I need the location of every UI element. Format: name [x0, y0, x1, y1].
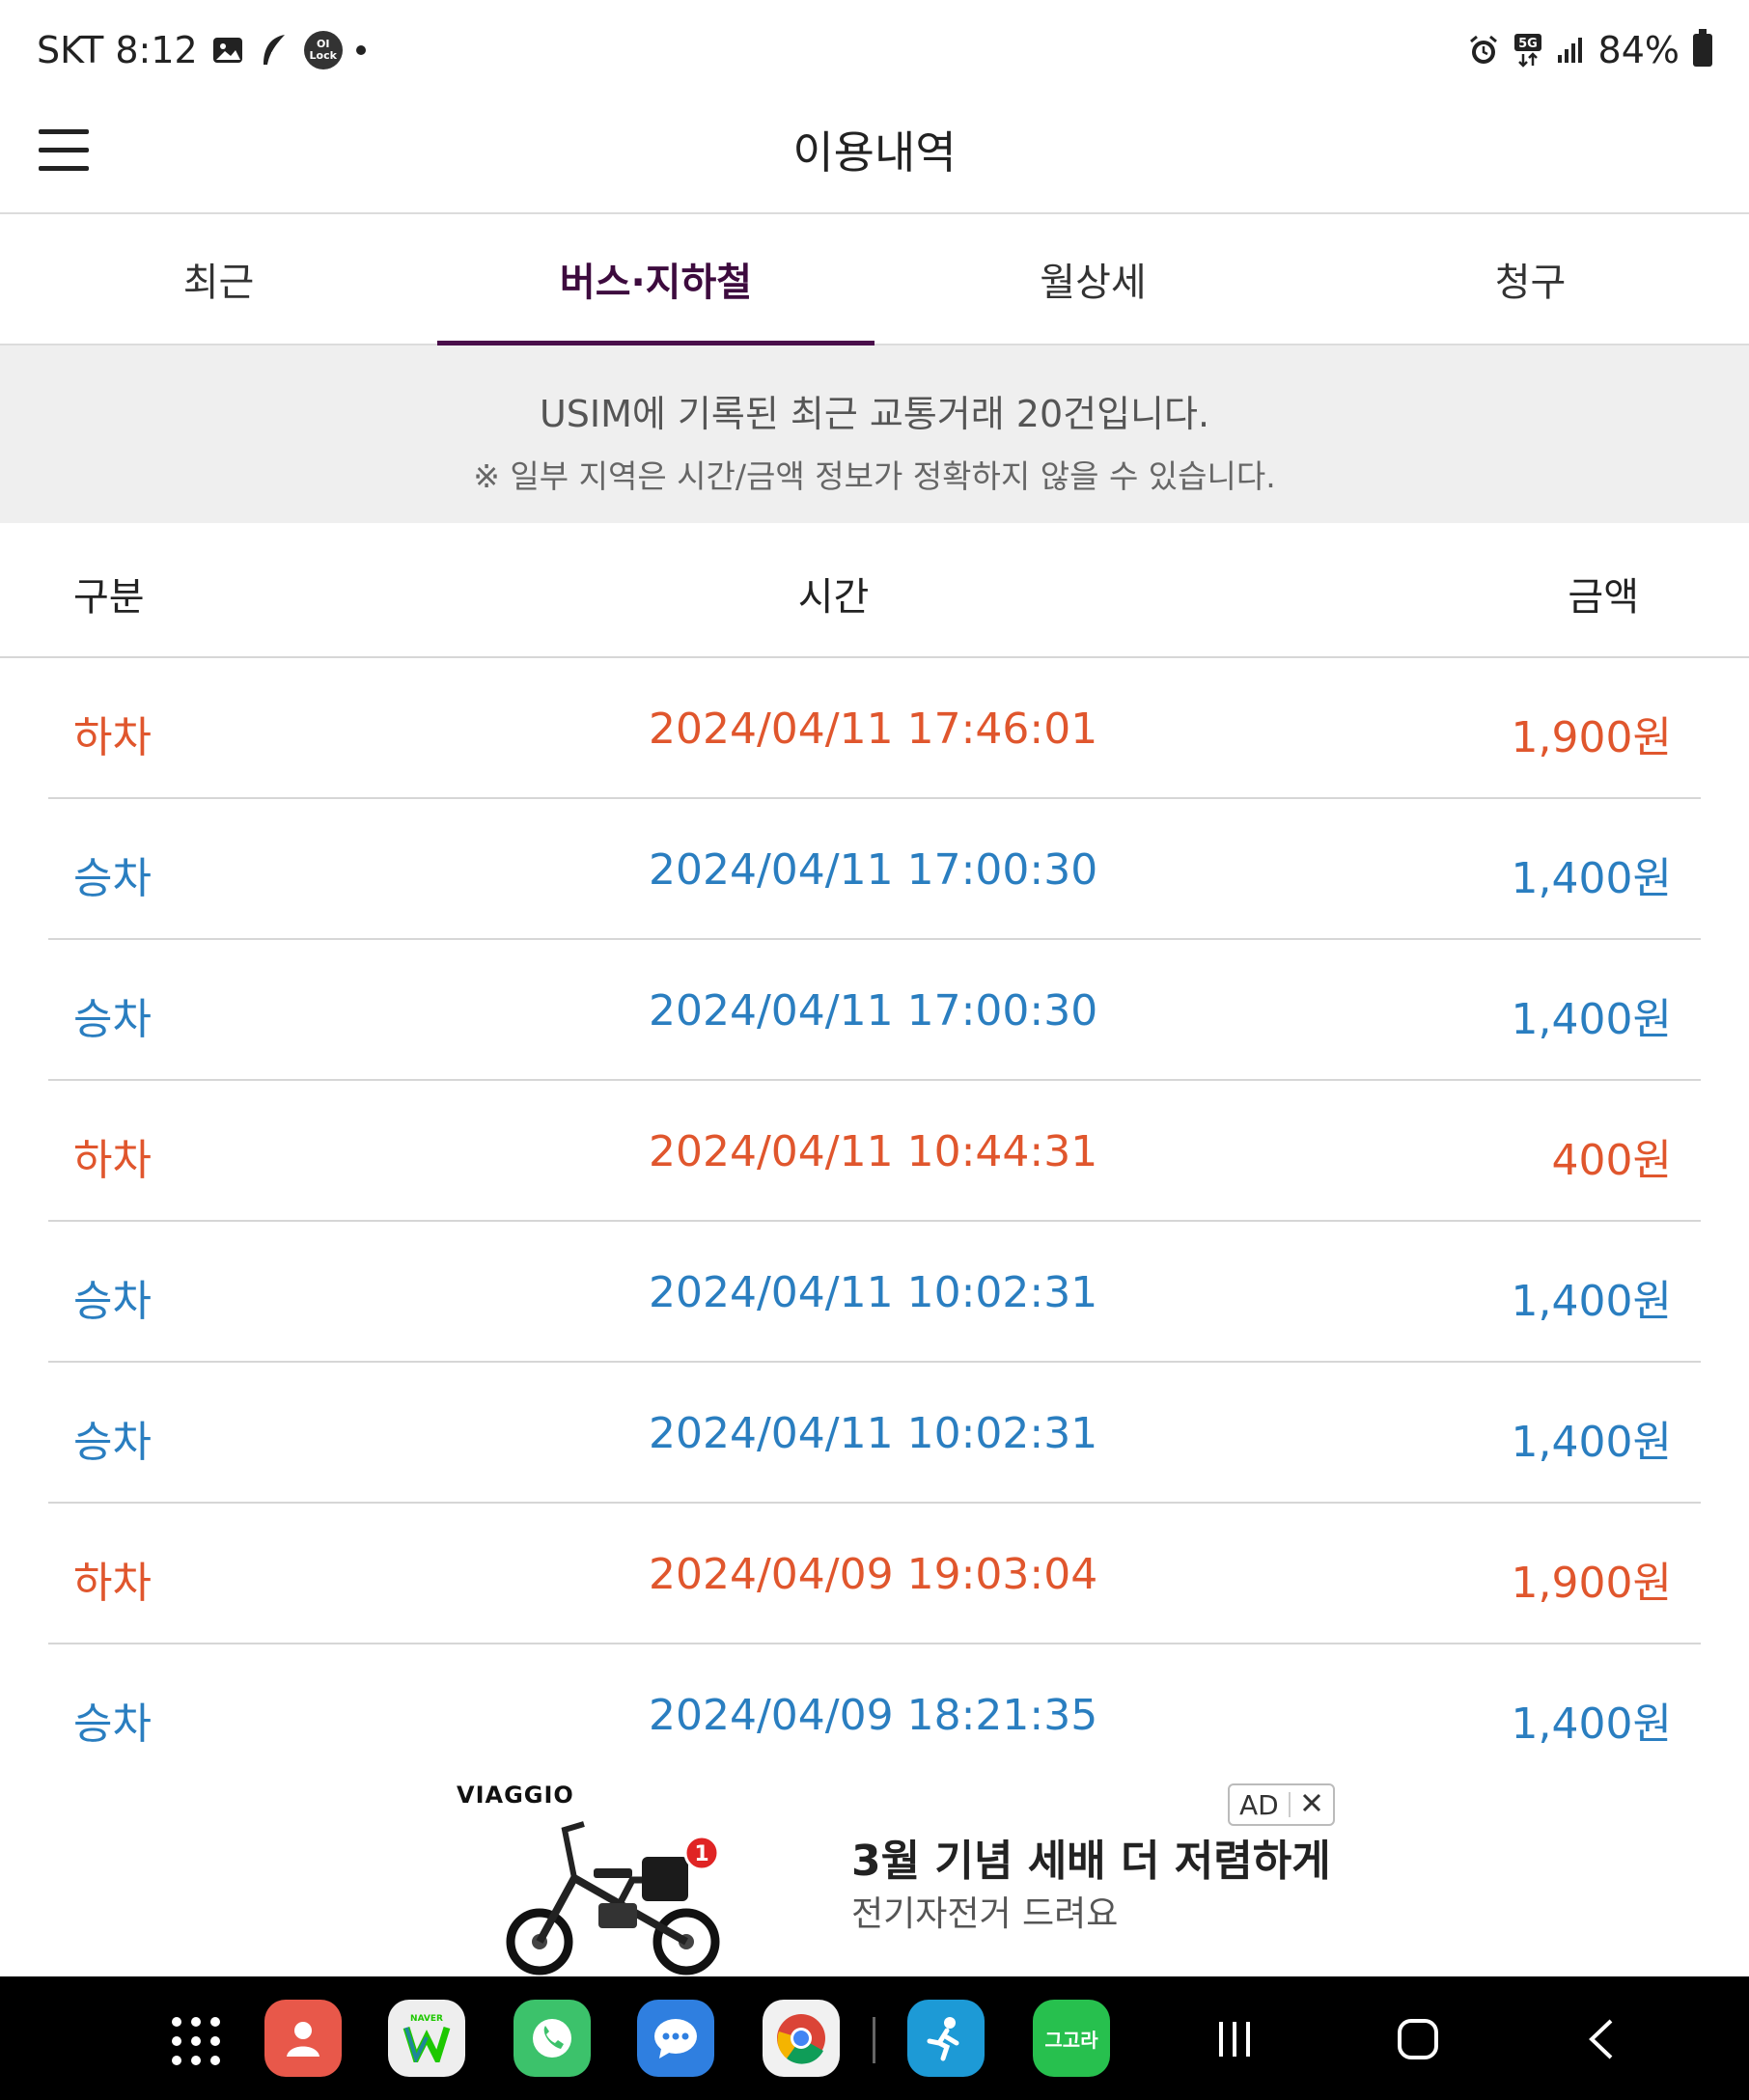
gallery-icon	[211, 34, 244, 67]
close-icon[interactable]	[1300, 1789, 1323, 1821]
ad-badge-count: 1	[694, 1842, 708, 1866]
table-header: 구분 시간 금액	[0, 523, 1749, 658]
app-bar: 이용내역	[0, 100, 1749, 214]
carrier-time: SKT 8:12	[37, 29, 198, 71]
row-time: 2024/04/09 19:03:04	[649, 1550, 1098, 1599]
table-row: 승차 2024/04/11 10:02:31 1,400원	[48, 1222, 1701, 1363]
table-row: 승차 2024/04/11 17:00:30 1,400원	[48, 799, 1701, 940]
transaction-list: 하차 2024/04/11 17:46:01 1,900원 승차 2024/04…	[48, 658, 1701, 1783]
row-type: 승차	[73, 1699, 152, 1749]
row-time: 2024/04/11 17:46:01	[649, 705, 1098, 754]
recent-apps-button[interactable]	[1210, 2015, 1259, 2063]
ad-brand-logo: VIAGGIO	[457, 1782, 574, 1809]
row-type: 하차	[73, 713, 152, 762]
notice-banner: USIM에 기록된 최근 교통거래 20건입니다. ※ 일부 지역은 시간/금액…	[0, 345, 1749, 523]
phone-app-icon[interactable]	[514, 2000, 591, 2077]
app-drawer-icon[interactable]	[172, 2017, 220, 2065]
fitness-app-icon[interactable]	[907, 2000, 985, 2077]
row-type: 승차	[73, 1277, 152, 1326]
row-amount: 400원	[1551, 1136, 1672, 1185]
row-amount: 1,400원	[1511, 1277, 1672, 1326]
tab-billing[interactable]: 청구	[1312, 214, 1749, 344]
alarm-icon	[1467, 34, 1500, 67]
row-time: 2024/04/11 17:00:30	[649, 845, 1098, 895]
gogora-label: 그고라	[1044, 2028, 1098, 2052]
ad-label: AD	[1239, 1788, 1279, 1821]
row-amount: 1,900원	[1511, 713, 1672, 762]
row-type: 하차	[73, 1136, 152, 1185]
lock-badge-icon: OI Lock	[303, 31, 343, 69]
battery-icon	[1693, 29, 1712, 67]
home-button[interactable]	[1394, 2015, 1442, 2063]
network-5g-icon: 5G	[1513, 33, 1542, 68]
contacts-app-icon[interactable]	[264, 2000, 342, 2077]
battery-percent: 84%	[1597, 29, 1680, 71]
ad-subtext: 전기자전거 드려요	[851, 1894, 1119, 1934]
header-time: 시간	[797, 575, 870, 620]
row-time: 2024/04/11 10:44:31	[649, 1127, 1098, 1176]
naver-whale-app-icon[interactable]: NAVER	[388, 2000, 465, 2077]
row-amount: 1,400원	[1511, 1699, 1672, 1749]
tab-bus-subway[interactable]: 버스·지하철	[437, 214, 874, 345]
naver-label: NAVER	[410, 2014, 443, 2024]
row-time: 2024/04/11 17:00:30	[649, 986, 1098, 1036]
row-amount: 1,900원	[1511, 1559, 1672, 1608]
notice-line-1: USIM에 기록된 최근 교통거래 20건입니다.	[539, 393, 1210, 435]
row-time: 2024/04/11 10:02:31	[649, 1409, 1098, 1458]
row-amount: 1,400원	[1511, 1418, 1672, 1467]
notice-line-2: ※ 일부 지역은 시간/금액 정보가 정확하지 않을 수 있습니다.	[473, 457, 1276, 495]
table-row: 하차 2024/04/09 19:03:04 1,900원	[48, 1504, 1701, 1644]
system-nav-bar: NAVER 그고라	[0, 1976, 1749, 2100]
ad-badge-divider	[1288, 1792, 1291, 1817]
gogora-app-icon[interactable]: 그고라	[1033, 2000, 1110, 2077]
header-amount: 금액	[1568, 575, 1639, 620]
row-time: 2024/04/11 10:02:31	[649, 1268, 1098, 1317]
row-amount: 1,400원	[1511, 995, 1672, 1044]
row-type: 하차	[73, 1559, 152, 1608]
dock-divider	[873, 2017, 875, 2063]
tab-bar: 최근 버스·지하철 월상세 청구	[0, 214, 1749, 345]
table-row: 승차 2024/04/11 17:00:30 1,400원	[48, 940, 1701, 1081]
table-row: 하차 2024/04/11 17:46:01 1,900원	[48, 658, 1701, 799]
row-amount: 1,400원	[1511, 854, 1672, 903]
tab-monthly-detail[interactable]: 월상세	[874, 214, 1312, 344]
feather-icon	[258, 32, 291, 69]
signal-icon	[1556, 36, 1585, 65]
notification-dot	[355, 45, 366, 55]
svg-text:5G: 5G	[1518, 37, 1538, 51]
ad-headline: 3월 기념 세배 더 저렴하게	[851, 1837, 1331, 1886]
ad-banner[interactable]: VIAGGIO 1 3월 기념 세배 더 저렴하게 전기자전거 드려요 AD	[0, 1772, 1749, 1976]
tab-recent[interactable]: 최근	[0, 214, 437, 344]
messages-app-icon[interactable]	[637, 2000, 714, 2077]
row-type: 승차	[73, 995, 152, 1044]
back-button[interactable]	[1577, 2015, 1625, 2063]
electric-bike-image: 1	[506, 1821, 720, 1976]
status-bar: SKT 8:12 OI Lock 5G 84%	[0, 0, 1749, 100]
ad-label-badge[interactable]: AD	[1228, 1783, 1335, 1826]
table-row: 하차 2024/04/11 10:44:31 400원	[48, 1081, 1701, 1222]
table-row: 승차 2024/04/11 10:02:31 1,400원	[48, 1363, 1701, 1504]
row-type: 승차	[73, 1418, 152, 1467]
chrome-app-icon[interactable]	[763, 2000, 840, 2077]
page-title: 이용내역	[792, 126, 957, 179]
row-type: 승차	[73, 854, 152, 903]
row-time: 2024/04/09 18:21:35	[649, 1691, 1098, 1740]
table-row: 승차 2024/04/09 18:21:35 1,400원	[48, 1644, 1701, 1783]
